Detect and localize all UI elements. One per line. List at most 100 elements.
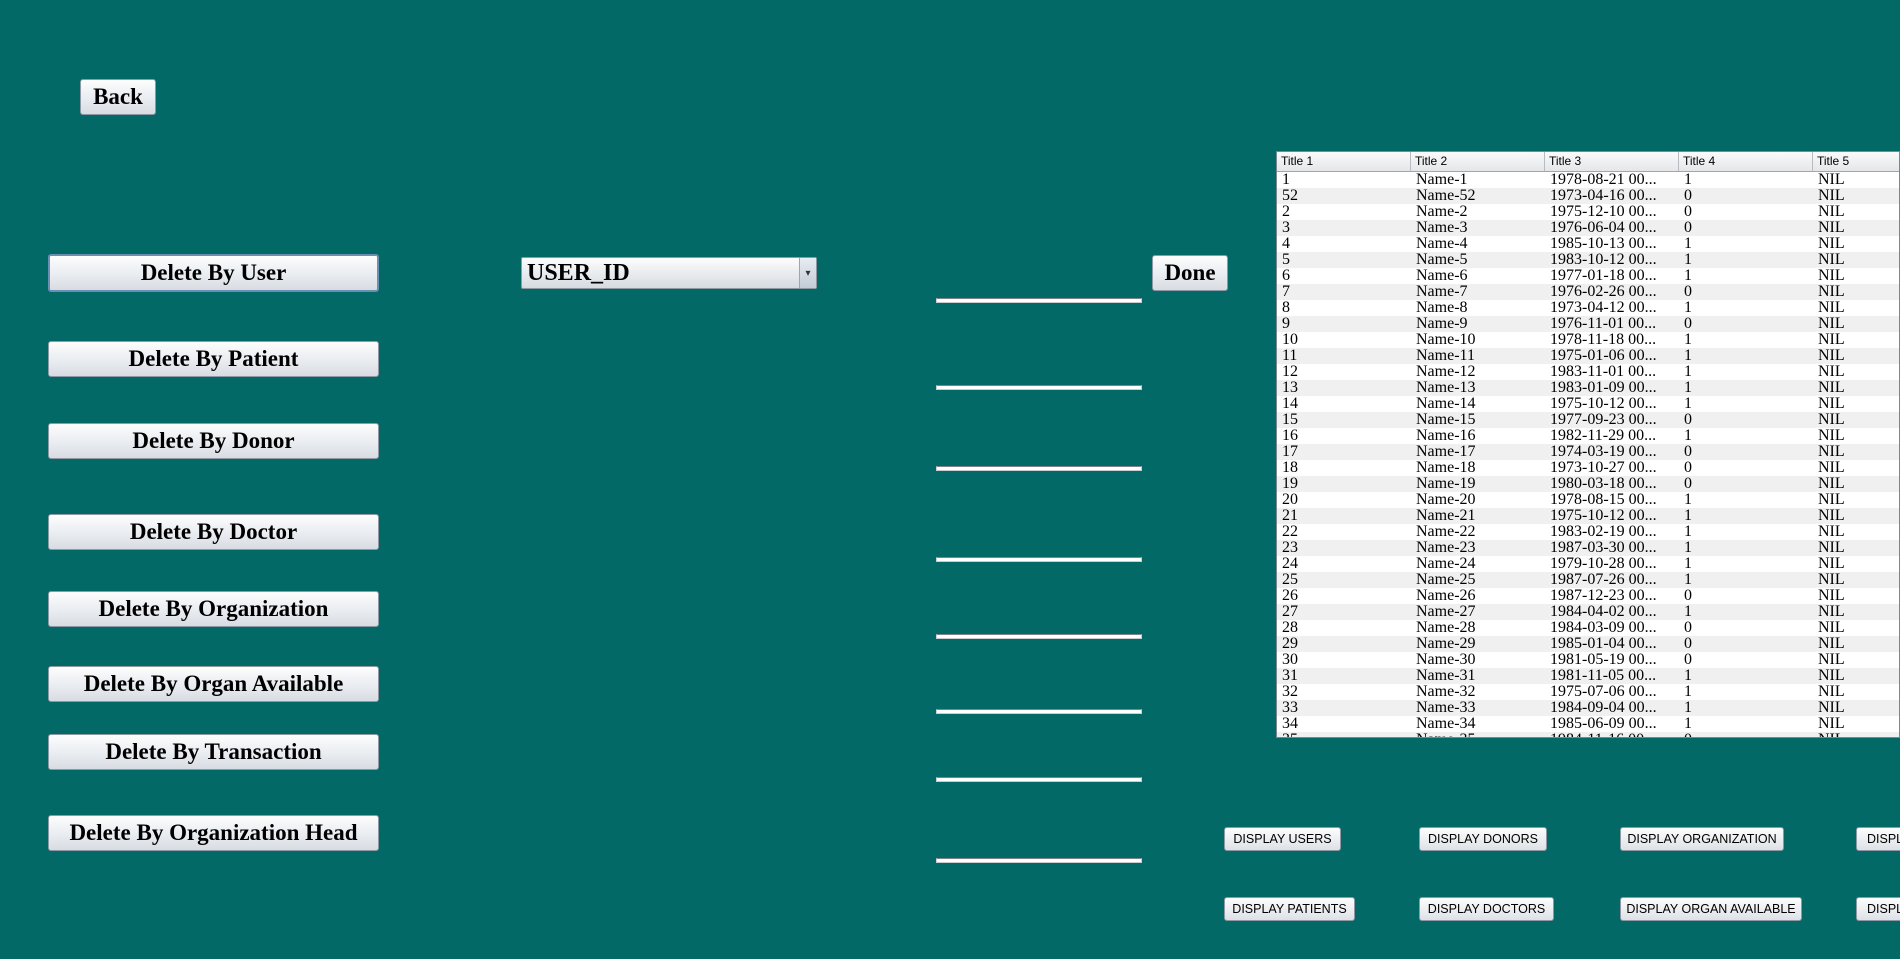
table-cell: NIL (1818, 572, 1845, 588)
table-cell: 1975-10-12 00... (1550, 508, 1657, 524)
delete-by-organ-available-button[interactable]: Delete By Organ Available (48, 666, 379, 702)
table-row[interactable]: 2 Name-2 1975-12-10 00... 0 NIL (1277, 204, 1899, 220)
table-row[interactable]: 34 Name-34 1985-06-09 00... 1 NIL (1277, 716, 1899, 732)
column-header[interactable]: Title 4 (1679, 152, 1813, 171)
table-row[interactable]: 21 Name-21 1975-10-12 00... 1 NIL (1277, 508, 1899, 524)
table-row[interactable]: 3 Name-3 1976-06-04 00... 0 NIL (1277, 220, 1899, 236)
display-extra-bottom-button[interactable]: DISPL (1856, 897, 1900, 921)
table-cell: 1973-04-16 00... (1550, 188, 1657, 204)
table-row[interactable]: 15 Name-15 1977-09-23 00... 0 NIL (1277, 412, 1899, 428)
table-cell: Name-25 (1416, 572, 1476, 588)
table-cell: 1982-11-29 00... (1550, 428, 1657, 444)
input-field-4[interactable] (936, 557, 1142, 562)
chevron-down-icon[interactable]: ▾ (799, 258, 816, 288)
table-row[interactable]: 29 Name-29 1985-01-04 00... 0 NIL (1277, 636, 1899, 652)
table-cell: NIL (1818, 700, 1845, 716)
table-cell: 21 (1282, 508, 1298, 524)
table-cell: 1983-10-12 00... (1550, 252, 1657, 268)
table-cell: 1980-03-18 00... (1550, 476, 1657, 492)
table-row[interactable]: 12 Name-12 1983-11-01 00... 1 NIL (1277, 364, 1899, 380)
table-row[interactable]: 20 Name-20 1978-08-15 00... 1 NIL (1277, 492, 1899, 508)
table-cell: 0 (1684, 444, 1692, 460)
table-cell: Name-15 (1416, 412, 1476, 428)
input-field-8[interactable] (936, 858, 1142, 863)
display-organ-available-button[interactable]: DISPLAY ORGAN AVAILABLE (1620, 897, 1802, 921)
table-row[interactable]: 4 Name-4 1985-10-13 00... 1 NIL (1277, 236, 1899, 252)
table-cell: 1976-11-01 00... (1550, 316, 1657, 332)
display-patients-button[interactable]: DISPLAY PATIENTS (1224, 897, 1355, 921)
column-header[interactable]: Title 2 (1411, 152, 1545, 171)
input-field-6[interactable] (936, 709, 1142, 714)
table-cell: Name-52 (1416, 188, 1476, 204)
table-cell: 23 (1282, 540, 1298, 556)
table-row[interactable]: 31 Name-31 1981-11-05 00... 1 NIL (1277, 668, 1899, 684)
table-row[interactable]: 26 Name-26 1987-12-23 00... 0 NIL (1277, 588, 1899, 604)
table-row[interactable]: 19 Name-19 1980-03-18 00... 0 NIL (1277, 476, 1899, 492)
table-cell: 1978-11-18 00... (1550, 332, 1657, 348)
table-cell: NIL (1818, 492, 1845, 508)
table-row[interactable]: 11 Name-11 1975-01-06 00... 1 NIL (1277, 348, 1899, 364)
display-donors-button[interactable]: DISPLAY DONORS (1419, 827, 1547, 851)
table-cell: 18 (1282, 460, 1298, 476)
table-row[interactable]: 5 Name-5 1983-10-12 00... 1 NIL (1277, 252, 1899, 268)
delete-by-patient-button[interactable]: Delete By Patient (48, 341, 379, 377)
display-organization-button[interactable]: DISPLAY ORGANIZATION (1620, 827, 1784, 851)
table-row[interactable]: 32 Name-32 1975-07-06 00... 1 NIL (1277, 684, 1899, 700)
table-row[interactable]: 10 Name-10 1978-11-18 00... 1 NIL (1277, 332, 1899, 348)
table-cell: NIL (1818, 460, 1845, 476)
delete-by-organization-head-button[interactable]: Delete By Organization Head (48, 815, 379, 851)
table-row[interactable]: 17 Name-17 1974-03-19 00... 0 NIL (1277, 444, 1899, 460)
table-row[interactable]: 6 Name-6 1977-01-18 00... 1 NIL (1277, 268, 1899, 284)
display-users-button[interactable]: DISPLAY USERS (1224, 827, 1341, 851)
data-table[interactable]: Title 1 Title 2 Title 3 Title 4 Title 5 … (1276, 151, 1900, 738)
table-row[interactable]: 25 Name-25 1987-07-26 00... 1 NIL (1277, 572, 1899, 588)
input-field-7[interactable] (936, 777, 1142, 782)
table-row[interactable]: 22 Name-22 1983-02-19 00... 1 NIL (1277, 524, 1899, 540)
table-cell: 0 (1684, 620, 1692, 636)
table-cell: 1 (1684, 668, 1692, 684)
table-cell: 3 (1282, 220, 1290, 236)
delete-by-doctor-button[interactable]: Delete By Doctor (48, 514, 379, 550)
table-row[interactable]: 35Name-351984-11-16 00...0NIL (1277, 732, 1899, 737)
table-cell: 33 (1282, 700, 1298, 716)
delete-by-user-button[interactable]: Delete By User (48, 254, 379, 292)
column-header[interactable]: Title 5 (1813, 152, 1899, 171)
table-cell: 1 (1684, 332, 1692, 348)
back-button[interactable]: Back (80, 79, 156, 115)
table-cell: 1977-09-23 00... (1550, 412, 1657, 428)
table-cell: Name-17 (1416, 444, 1476, 460)
delete-by-organization-button[interactable]: Delete By Organization (48, 591, 379, 627)
table-row[interactable]: 7 Name-7 1976-02-26 00... 0 NIL (1277, 284, 1899, 300)
table-row[interactable]: 33 Name-33 1984-09-04 00... 1 NIL (1277, 700, 1899, 716)
table-row[interactable]: 9 Name-9 1976-11-01 00... 0 NIL (1277, 316, 1899, 332)
table-row[interactable]: 27 Name-27 1984-04-02 00... 1 NIL (1277, 604, 1899, 620)
table-row[interactable]: 24 Name-24 1979-10-28 00... 1 NIL (1277, 556, 1899, 572)
table-row[interactable]: 14 Name-14 1975-10-12 00... 1 NIL (1277, 396, 1899, 412)
table-row[interactable]: 18 Name-18 1973-10-27 00... 0 NIL (1277, 460, 1899, 476)
display-extra-top-button[interactable]: DISPL (1856, 827, 1900, 851)
table-row[interactable]: 52 Name-52 1973-04-16 00... 0 NIL (1277, 188, 1899, 204)
done-button[interactable]: Done (1152, 255, 1228, 291)
table-row[interactable]: 13 Name-13 1983-01-09 00... 1 NIL (1277, 380, 1899, 396)
input-field-1[interactable] (936, 298, 1142, 303)
column-header[interactable]: Title 1 (1277, 152, 1411, 171)
delete-by-donor-button[interactable]: Delete By Donor (48, 423, 379, 459)
input-field-2[interactable] (936, 385, 1142, 390)
table-row[interactable]: 8 Name-8 1973-04-12 00... 1 NIL (1277, 300, 1899, 316)
table-row[interactable]: 1 Name-1 1978-08-21 00... 1 NIL (1277, 172, 1899, 188)
column-select[interactable]: USER_ID ▾ (521, 257, 817, 289)
input-field-5[interactable] (936, 634, 1142, 639)
input-field-3[interactable] (936, 466, 1142, 471)
table-cell: Name-12 (1416, 364, 1476, 380)
table-cell: Name-6 (1416, 268, 1468, 284)
table-row[interactable]: 28 Name-28 1984-03-09 00... 0 NIL (1277, 620, 1899, 636)
table-row[interactable]: 16 Name-16 1982-11-29 00... 1 NIL (1277, 428, 1899, 444)
display-doctors-button[interactable]: DISPLAY DOCTORS (1419, 897, 1554, 921)
table-row[interactable]: 30 Name-30 1981-05-19 00... 0 NIL (1277, 652, 1899, 668)
delete-by-transaction-button[interactable]: Delete By Transaction (48, 734, 379, 770)
table-cell: Name-34 (1416, 716, 1476, 732)
column-header[interactable]: Title 3 (1545, 152, 1679, 171)
table-cell: 1983-01-09 00... (1550, 380, 1657, 396)
table-row[interactable]: 23 Name-23 1987-03-30 00... 1 NIL (1277, 540, 1899, 556)
table-cell: 0 (1684, 476, 1692, 492)
